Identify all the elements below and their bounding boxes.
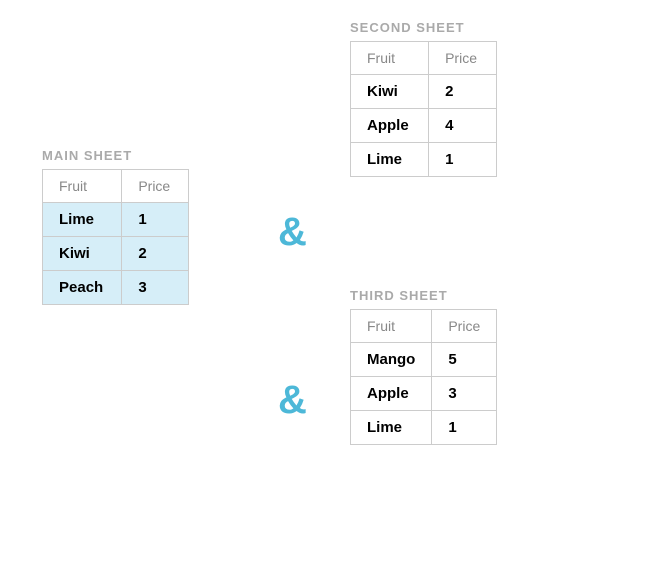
main-sheet-row-1: Kiwi 2 xyxy=(43,237,222,271)
third-sheet-fruit-1: Apple xyxy=(351,377,432,411)
third-sheet-row-0: Mango 5 xyxy=(351,343,530,377)
second-sheet-header-fruit: Fruit xyxy=(351,42,429,75)
third-sheet-price-1: 3 xyxy=(432,377,497,411)
main-sheet-price-1: 2 xyxy=(122,237,189,271)
main-sheet-header-price: Price xyxy=(122,170,189,203)
second-sheet-fruit-1: Apple xyxy=(351,109,429,143)
third-sheet-price-2: 1 xyxy=(432,411,497,445)
main-sheet-label: MAIN SHEET xyxy=(42,148,222,163)
second-sheet-label: SECOND SHEET xyxy=(350,20,530,35)
second-sheet-fruit-0: Kiwi xyxy=(351,75,429,109)
main-sheet-fruit-2: Peach xyxy=(43,271,122,305)
third-sheet-fruit-0: Mango xyxy=(351,343,432,377)
third-sheet-table: Fruit Price Mango 5 Apple 3 Lime 1 xyxy=(350,309,530,445)
second-sheet-fruit-2: Lime xyxy=(351,143,429,177)
ampersand-1: & xyxy=(278,210,307,255)
third-sheet-row-2: Lime 1 xyxy=(351,411,530,445)
main-sheet-price-0: 1 xyxy=(122,203,189,237)
main-sheet-table: Fruit Price Lime 1 Kiwi 2 Peach 3 xyxy=(42,169,222,305)
main-sheet-fruit-1: Kiwi xyxy=(43,237,122,271)
main-sheet-row-2: Peach 3 xyxy=(43,271,222,305)
third-sheet-header-fruit: Fruit xyxy=(351,310,432,343)
third-sheet: THIRD SHEET Fruit Price Mango 5 Apple 3 … xyxy=(350,288,530,445)
third-sheet-fruit-2: Lime xyxy=(351,411,432,445)
main-sheet-header-fruit: Fruit xyxy=(43,170,122,203)
second-sheet-table: Fruit Price Kiwi 2 Apple 4 Lime 1 xyxy=(350,41,530,177)
second-sheet-row-0: Kiwi 2 xyxy=(351,75,530,109)
ampersand-2: & xyxy=(278,378,307,423)
second-sheet-row-1: Apple 4 xyxy=(351,109,530,143)
main-sheet-fruit-0: Lime xyxy=(43,203,122,237)
third-sheet-label: THIRD SHEET xyxy=(350,288,530,303)
second-sheet-header-price: Price xyxy=(429,42,497,75)
third-sheet-header-price: Price xyxy=(432,310,497,343)
second-sheet-price-2: 1 xyxy=(429,143,497,177)
second-sheet: SECOND SHEET Fruit Price Kiwi 2 Apple 4 … xyxy=(350,20,530,177)
main-sheet-price-2: 3 xyxy=(122,271,189,305)
main-sheet: MAIN SHEET Fruit Price Lime 1 Kiwi 2 Pea… xyxy=(42,148,222,305)
second-sheet-row-2: Lime 1 xyxy=(351,143,530,177)
third-sheet-row-1: Apple 3 xyxy=(351,377,530,411)
main-sheet-row-0: Lime 1 xyxy=(43,203,222,237)
second-sheet-price-0: 2 xyxy=(429,75,497,109)
third-sheet-price-0: 5 xyxy=(432,343,497,377)
second-sheet-price-1: 4 xyxy=(429,109,497,143)
